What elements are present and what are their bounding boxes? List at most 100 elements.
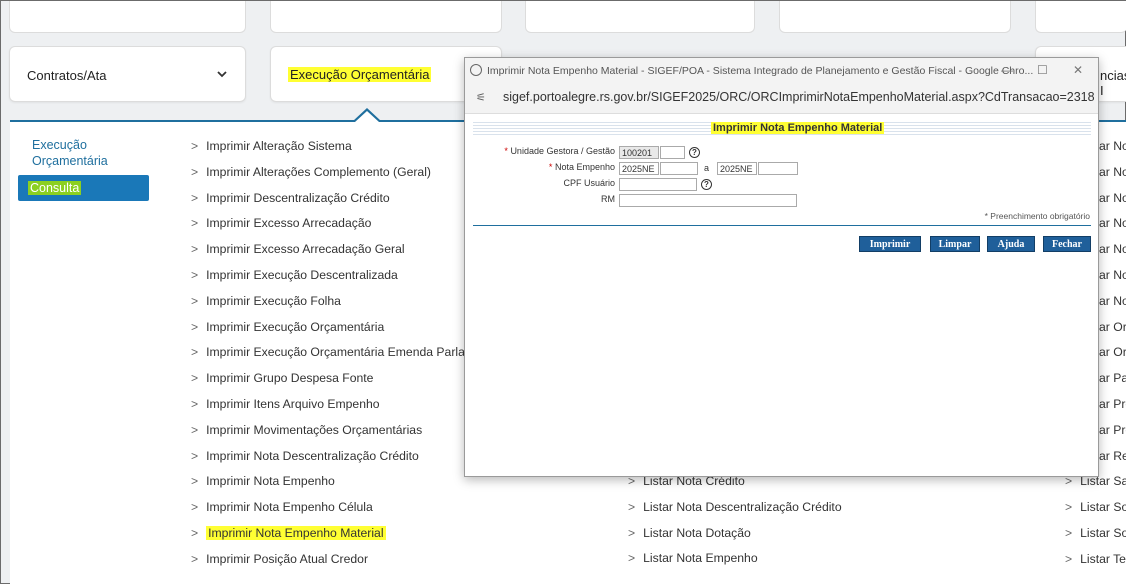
- menu-item[interactable]: > Listar Nota Empenho: [628, 550, 842, 576]
- help-icon[interactable]: ?: [689, 147, 700, 158]
- menu-item[interactable]: > Listar Sol: [1065, 525, 1126, 551]
- nota-from-input[interactable]: [660, 162, 698, 175]
- menu-item[interactable]: > Listar Tet: [1065, 551, 1126, 577]
- menu-item[interactable]: ar Pa: [1099, 370, 1126, 396]
- menu-item[interactable]: ar Rer: [1099, 448, 1126, 474]
- top-card[interactable]: [1035, 1, 1126, 33]
- menu-item[interactable]: ar No: [1099, 293, 1126, 319]
- chevron-down-icon[interactable]: [217, 66, 227, 81]
- menu-item[interactable]: ar Orc: [1099, 319, 1126, 345]
- menu-item[interactable]: > Imprimir Alterações Complemento (Geral): [191, 164, 482, 190]
- top-card[interactable]: [270, 1, 502, 33]
- row-nota: * Nota Empenho 2025NE a 2025NE: [465, 162, 1100, 176]
- chevron-right-icon: >: [191, 164, 199, 179]
- chevron-right-icon: >: [1065, 551, 1073, 566]
- menu-item-label: ar Orc: [1099, 319, 1126, 334]
- menu-item[interactable]: ar Pré: [1099, 422, 1126, 448]
- cpf-input[interactable]: [619, 178, 697, 191]
- menu-item[interactable]: > Imprimir Execução Orçamentária Emenda P…: [191, 344, 482, 370]
- menu-item[interactable]: ar No: [1099, 138, 1126, 164]
- menu-item[interactable]: > Imprimir Movimentações Orçamentárias: [191, 422, 482, 448]
- menu-item[interactable]: > Listar Sal: [1065, 473, 1126, 499]
- nav-card-label: ncias I: [1100, 68, 1126, 98]
- menu-item[interactable]: > Imprimir Nota Empenho Célula: [191, 499, 482, 525]
- menu-item-label: Imprimir Itens Arquivo Empenho: [206, 396, 380, 411]
- popup-title: Imprimir Nota Empenho Material - SIGEF/P…: [487, 65, 1034, 77]
- chevron-right-icon: >: [191, 267, 199, 282]
- menu-item-label: Imprimir Nota Descentralização Crédito: [206, 448, 419, 463]
- chevron-right-icon: >: [191, 448, 199, 463]
- menu-item[interactable]: > Imprimir Grupo Despesa Fonte: [191, 370, 482, 396]
- top-card[interactable]: [525, 1, 755, 33]
- nota-to-input[interactable]: [758, 162, 798, 175]
- menu-item[interactable]: > Listar Nota Dotação: [628, 525, 842, 551]
- sidebar-title[interactable]: Execução Orçamentária: [32, 137, 142, 169]
- menu-item-label: ar No: [1099, 190, 1126, 205]
- menu-item[interactable]: ar No: [1099, 241, 1126, 267]
- menu-item[interactable]: ar Pré: [1099, 396, 1126, 422]
- chevron-right-icon: >: [191, 216, 199, 231]
- address-bar[interactable]: ⚟ sigef.portoalegre.rs.gov.br/SIGEF2025/…: [465, 82, 1098, 114]
- menu-item[interactable]: > Listar Sol: [1065, 499, 1126, 525]
- menu-item-label: ar Orc: [1099, 345, 1126, 360]
- menu-item[interactable]: > Imprimir Posição Atual Credor: [191, 551, 482, 577]
- minimize-icon[interactable]: —: [1001, 63, 1013, 77]
- maximize-icon[interactable]: ☐: [1037, 63, 1048, 77]
- nav-card-label: Contratos/Ata: [27, 68, 107, 83]
- help-icon[interactable]: ?: [701, 179, 712, 190]
- top-card[interactable]: [9, 1, 246, 33]
- menu-item-label: Imprimir Nota Empenho: [206, 474, 335, 489]
- chevron-right-icon: >: [191, 500, 199, 515]
- chevron-right-icon: >: [191, 525, 199, 540]
- top-card[interactable]: [779, 1, 1011, 33]
- clear-button[interactable]: Limpar: [930, 236, 980, 252]
- menu-item[interactable]: ar No: [1099, 164, 1126, 190]
- unidade-input[interactable]: 100201: [619, 146, 659, 159]
- menu-item[interactable]: ar No: [1099, 215, 1126, 241]
- menu-item[interactable]: > Imprimir Nota Empenho: [191, 473, 482, 499]
- required-note: * Preenchimento obrigatório: [984, 211, 1090, 221]
- range-separator: a: [704, 163, 710, 173]
- rm-label: RM: [601, 194, 615, 204]
- menu-item-label: Imprimir Alterações Complemento (Geral): [206, 164, 431, 179]
- nota-to-prefix[interactable]: 2025NE: [717, 162, 757, 175]
- menu-item[interactable]: > Imprimir Excesso Arrecadação Geral: [191, 241, 482, 267]
- menu-item-label: ar No: [1099, 164, 1126, 179]
- nota-from-prefix[interactable]: 2025NE: [619, 162, 659, 175]
- menu-item[interactable]: ar No: [1099, 267, 1126, 293]
- close-icon[interactable]: ✕: [1073, 63, 1083, 77]
- menu-item[interactable]: ar No: [1099, 190, 1126, 216]
- chevron-right-icon: >: [628, 525, 636, 540]
- chevron-right-icon: >: [191, 345, 199, 360]
- chevron-right-icon: >: [1065, 525, 1073, 540]
- menu-item[interactable]: > Imprimir Nota Empenho Material: [191, 525, 482, 551]
- menu-item[interactable]: > Imprimir Nota Descentralização Crédito: [191, 448, 482, 474]
- menu-item[interactable]: > Imprimir Execução Descentralizada: [191, 267, 482, 293]
- menu-item[interactable]: > Imprimir Descentralização Crédito: [191, 190, 482, 216]
- menu-item[interactable]: > Imprimir Alteração Sistema: [191, 138, 482, 164]
- rm-input[interactable]: [619, 194, 797, 207]
- gestao-input[interactable]: [660, 146, 685, 159]
- menu-item-label: Imprimir Excesso Arrecadação Geral: [206, 242, 405, 257]
- chevron-right-icon: >: [191, 422, 199, 437]
- nav-card-contratos[interactable]: Contratos/Ata: [9, 46, 246, 102]
- menu-item-label: Listar Nota Dotação: [643, 525, 751, 540]
- help-button[interactable]: Ajuda: [987, 236, 1035, 252]
- menu-item[interactable]: > Imprimir Itens Arquivo Empenho: [191, 396, 482, 422]
- menu-column-left: > Imprimir Alteração Sistema > Imprimir Alt…: [191, 138, 482, 577]
- menu-item[interactable]: ar Orc: [1099, 344, 1126, 370]
- menu-item-label: Imprimir Posição Atual Credor: [206, 551, 369, 566]
- menu-item-label: Imprimir Alteração Sistema: [206, 139, 352, 153]
- close-button[interactable]: Fechar: [1043, 236, 1091, 252]
- menu-item[interactable]: > Imprimir Execução Folha: [191, 293, 482, 319]
- menu-item[interactable]: > Imprimir Excesso Arrecadação: [191, 215, 482, 241]
- print-button[interactable]: Imprimir: [859, 236, 921, 252]
- menu-item-label: Imprimir Nota Empenho Célula: [206, 500, 373, 515]
- site-settings-icon[interactable]: ⚟: [476, 91, 486, 104]
- form-title: Imprimir Nota Empenho Material: [711, 122, 885, 134]
- consulta-button[interactable]: Consulta: [18, 175, 149, 201]
- menu-item-label: Listar Tet: [1080, 551, 1126, 566]
- menu-item[interactable]: > Imprimir Execução Orçamentária: [191, 319, 482, 345]
- chevron-right-icon: >: [1065, 500, 1073, 515]
- menu-item[interactable]: > Listar Nota Descentralização Crédito: [628, 499, 842, 525]
